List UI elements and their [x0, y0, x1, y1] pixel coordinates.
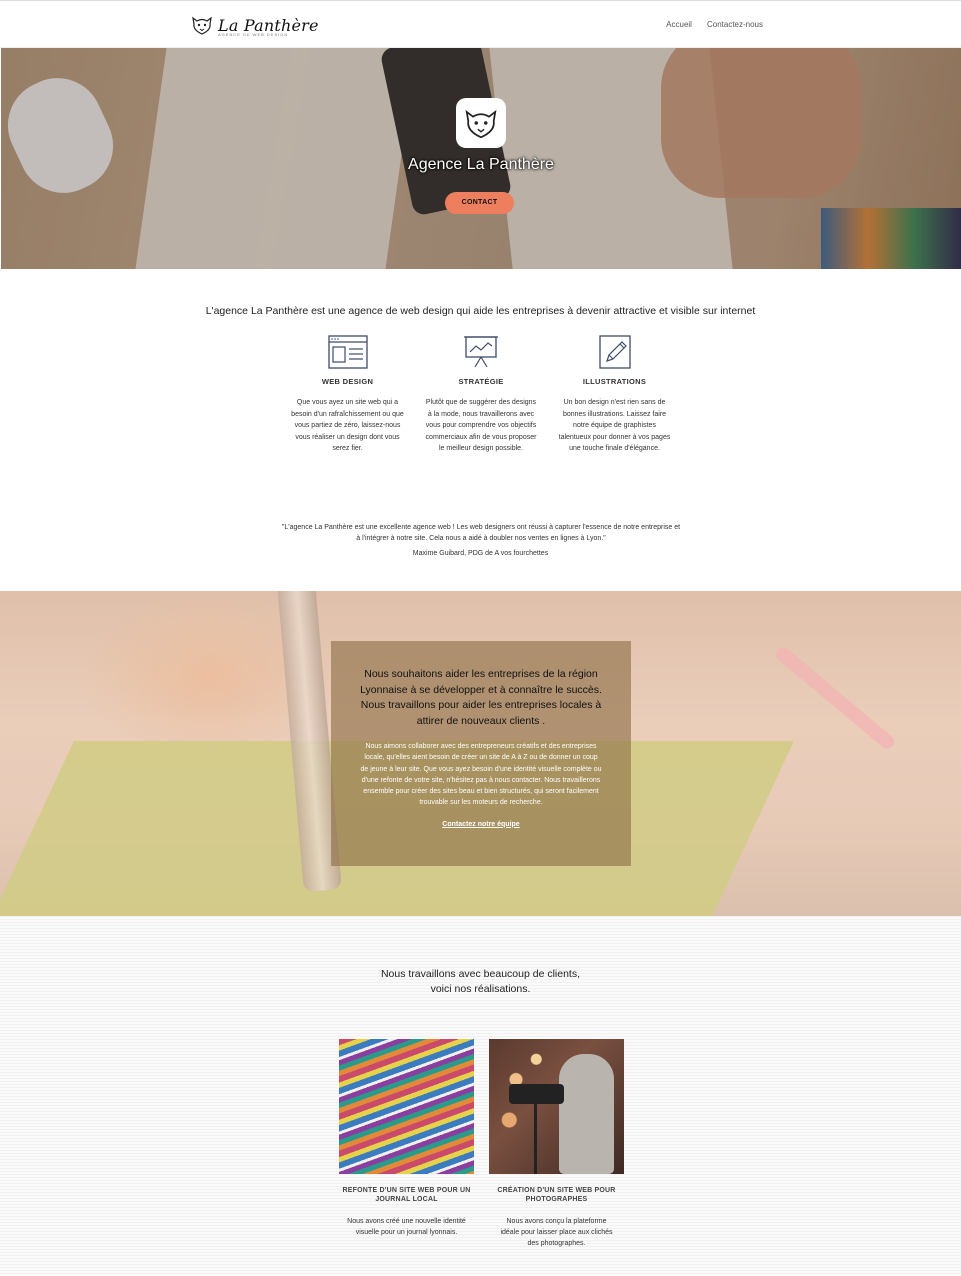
- service-text: Un bon design n'est rien sans de bonnes …: [558, 399, 671, 452]
- about-card: Nous souhaitons aider les entreprises de…: [331, 641, 631, 866]
- hero-contact-button[interactable]: CONTACT: [445, 192, 514, 214]
- photographer-figure: [559, 1054, 614, 1174]
- hero-title: Agence La Panthère: [408, 156, 554, 173]
- portfolio-item[interactable]: CRÉATION D'UN SITE WEB POUR PHOTOGRAPHES…: [489, 1039, 624, 1249]
- service-text: Que vous ayez un site web qui a besoin d…: [291, 399, 404, 452]
- service-title: WEB DESIGN: [321, 377, 374, 386]
- tripod-shape: [534, 1104, 537, 1174]
- site-logo[interactable]: La Panthère AGENCE DE WEB DESIGN: [190, 12, 319, 38]
- portfolio-title-line: voici nos réalisations.: [430, 983, 531, 995]
- panther-logo-icon: [465, 109, 497, 139]
- service-card: STRATÉGIE Plutôt que de suggérer des des…: [415, 335, 548, 455]
- panther-logo-icon: [192, 16, 212, 35]
- hero-logo-badge: [456, 98, 506, 148]
- portfolio-item-text: Nous avons créé une nouvelle identité vi…: [347, 1218, 466, 1236]
- portfolio-item[interactable]: REFONTE D'UN SITE WEB POUR UN JOURNAL LO…: [339, 1039, 474, 1238]
- portfolio-title-line: Nous travaillons avec beaucoup de client…: [380, 968, 581, 980]
- service-card: WEB DESIGN Que vous ayez un site web qui…: [281, 335, 414, 455]
- photographer-image[interactable]: [489, 1039, 624, 1174]
- testimonial-author: Maxime Guibard, PDG de A vos fourchettes: [412, 550, 549, 557]
- nav-link-contact[interactable]: Contactez-nous: [707, 20, 763, 29]
- portfolio-item-text: Nous avons conçu la plateforme idéale po…: [500, 1218, 613, 1247]
- magazines-image[interactable]: [339, 1039, 474, 1174]
- services-row: WEB DESIGN Que vous ayez un site web qui…: [281, 335, 681, 455]
- nav-link-accueil[interactable]: Accueil: [666, 20, 692, 29]
- portfolio-item-title: REFONTE D'UN SITE WEB POUR UN JOURNAL LO…: [342, 1187, 471, 1203]
- contact-team-link[interactable]: Contactez notre équipe: [442, 821, 519, 828]
- portfolio-item-title: CRÉATION D'UN SITE WEB POUR PHOTOGRAPHES: [497, 1187, 616, 1203]
- service-card: ILLUSTRATIONS Un bon design n'est rien s…: [548, 335, 681, 455]
- service-title: STRATÉGIE: [458, 377, 504, 386]
- portfolio-section: Nous travaillons avec beaucoup de client…: [0, 916, 961, 1276]
- about-body: Nous aimons collaborer avec des entrepre…: [360, 743, 602, 807]
- about-lead: Nous souhaitons aider les entreprises de…: [360, 668, 602, 727]
- intro-text: L'agence La Panthère est une agence de w…: [205, 305, 756, 317]
- camera-shape: [509, 1084, 564, 1104]
- browser-window-icon: [327, 335, 368, 369]
- main-menu: Accueil Contactez-nous: [666, 20, 763, 29]
- top-navbar: La Panthère AGENCE DE WEB DESIGN Accueil…: [0, 0, 961, 48]
- service-text: Plutôt que de suggérer des designs à la …: [425, 399, 537, 452]
- testimonial-quote: "L'agence La Panthère est une excellente…: [281, 524, 681, 542]
- logo-tagline: AGENCE DE WEB DESIGN: [218, 32, 289, 37]
- pencil-square-icon: [598, 335, 631, 369]
- hero-banner: Agence La Panthère CONTACT: [1, 48, 961, 269]
- service-title: ILLUSTRATIONS: [582, 377, 647, 386]
- portfolio-title: Nous travaillons avec beaucoup de client…: [0, 967, 961, 997]
- presentation-chart-icon: [464, 336, 498, 368]
- about-section: Nous souhaitons aider les entreprises de…: [0, 591, 961, 916]
